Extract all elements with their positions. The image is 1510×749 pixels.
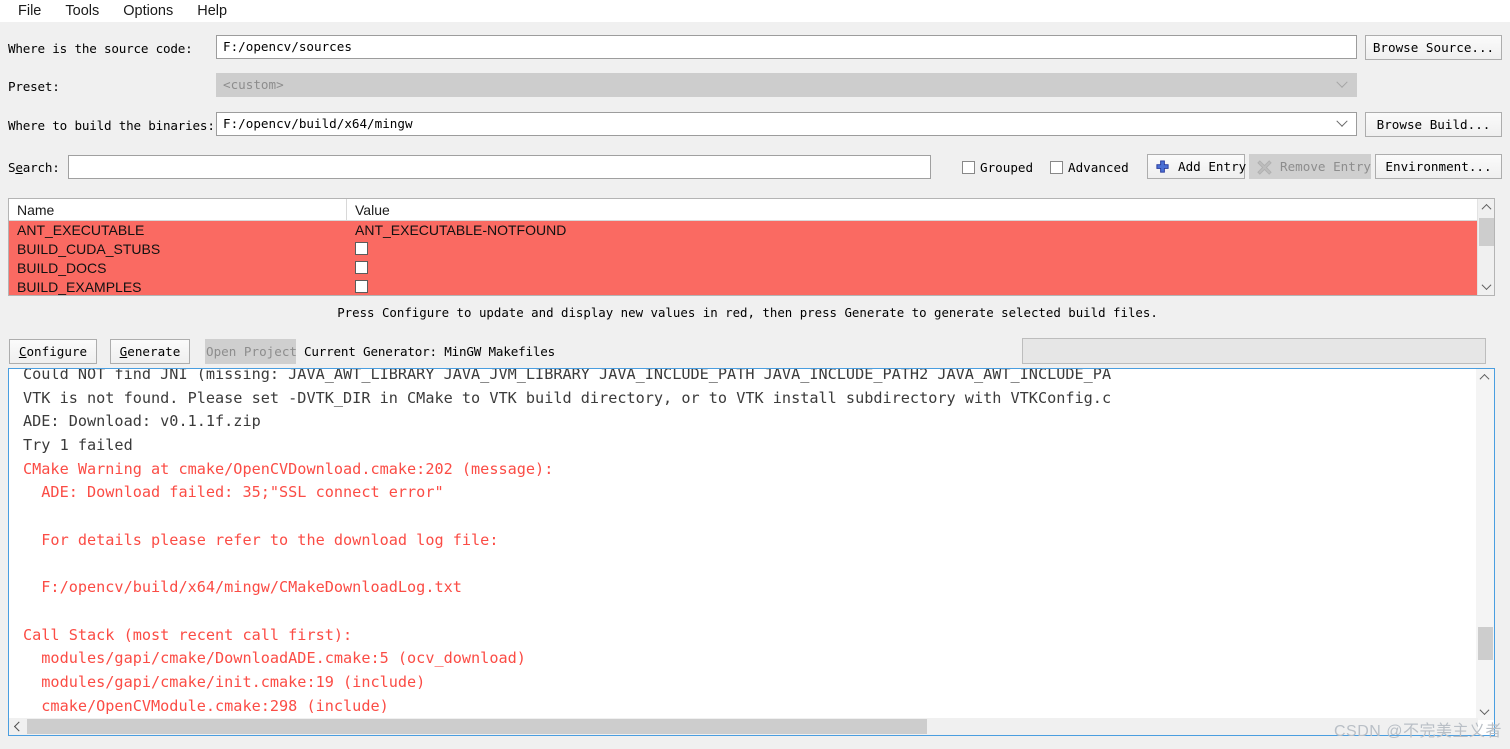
table-row[interactable]: BUILD_CUDA_STUBS [9, 240, 1494, 259]
open-project-label: Open Project [206, 344, 297, 359]
menu-item-tools[interactable]: Tools [53, 0, 111, 22]
menu-item-options[interactable]: Options [111, 0, 185, 22]
console-line: CMake Warning at cmake/OpenCVDownload.cm… [23, 459, 554, 478]
cache-entry-checkbox[interactable] [355, 261, 368, 274]
menu-item-file[interactable]: File [6, 0, 53, 22]
progress-bar [1022, 338, 1486, 364]
output-console[interactable]: Could NOT find JNI (missing: JAVA_AWT_LI… [8, 368, 1495, 736]
browse-build-label: Browse Build... [1376, 117, 1491, 132]
browse-source-label: Browse Source... [1372, 40, 1495, 55]
table-row[interactable]: BUILD_EXAMPLES [9, 278, 1494, 295]
cache-entry-name: BUILD_DOCS [17, 260, 107, 276]
environment-label: Environment... [1385, 159, 1492, 174]
preset-label: Preset: [8, 79, 60, 94]
scroll-up-icon[interactable] [1478, 199, 1494, 216]
browse-source-button[interactable]: Browse Source... [1365, 35, 1502, 60]
configure-button[interactable]: Configure [9, 339, 97, 364]
search-input[interactable] [68, 155, 931, 179]
environment-button[interactable]: Environment... [1375, 154, 1502, 179]
configure-hint-text: Press Configure to update and display ne… [337, 305, 1158, 320]
cache-entry-name: ANT_EXECUTABLE [17, 222, 145, 238]
scroll-down-icon[interactable] [1478, 278, 1494, 295]
cache-entries-table[interactable]: Name Value ANT_EXECUTABLE ANT_EXECUTABLE… [8, 198, 1495, 296]
console-line: modules/gapi/cmake/DownloadADE.cmake:5 (… [23, 649, 526, 668]
table-row[interactable]: BUILD_DOCS [9, 259, 1494, 278]
build-binaries-input[interactable]: F:/opencv/build/x64/mingw [216, 112, 1357, 136]
preset-value: <custom> [223, 77, 284, 92]
generate-label-rest: enerate [127, 344, 181, 359]
checkbox-box [962, 161, 975, 174]
column-header-value[interactable]: Value [347, 199, 1494, 220]
grouped-checkbox[interactable]: Grouped [962, 160, 1033, 175]
cmake-gui-window: File Tools Options Help Where is the sou… [0, 0, 1510, 749]
grouped-label: Grouped [980, 160, 1034, 175]
cache-entry-value[interactable]: ANT_EXECUTABLE-NOTFOUND [347, 221, 1494, 240]
cache-entry-name: BUILD_EXAMPLES [17, 279, 142, 295]
scrollbar-thumb[interactable] [1479, 218, 1494, 246]
table-row[interactable]: ANT_EXECUTABLE ANT_EXECUTABLE-NOTFOUND [9, 221, 1494, 240]
scroll-down-icon[interactable] [1476, 703, 1493, 720]
source-code-input[interactable]: F:/opencv/sources [216, 35, 1357, 59]
console-line: F:/opencv/build/x64/mingw/CMakeDownloadL… [23, 578, 462, 597]
cache-entry-checkbox[interactable] [355, 280, 368, 293]
add-entry-button[interactable]: Add Entry [1147, 154, 1247, 179]
open-project-button: Open Project [205, 339, 297, 364]
console-line: ADE: Download: v0.1.1f.zip [23, 412, 261, 431]
scroll-up-icon[interactable] [1476, 369, 1493, 386]
console-line: For details please refer to the download… [23, 530, 499, 549]
source-code-label: Where is the source code: [8, 41, 193, 56]
current-generator-label: Current Generator: MinGW Makefiles [304, 344, 555, 359]
menu-item-help[interactable]: Help [185, 0, 239, 22]
table-header-row: Name Value [9, 199, 1494, 221]
chevron-down-icon [1336, 113, 1348, 135]
cache-entry-value[interactable] [347, 278, 1494, 295]
build-binaries-label: Where to build the binaries: [8, 118, 215, 133]
console-line: Try 1 failed [23, 436, 133, 455]
configure-label-rest: onfigure [26, 344, 88, 359]
scroll-left-icon[interactable] [9, 718, 26, 735]
console-vertical-scrollbar[interactable] [1476, 369, 1494, 720]
console-line: VTK is not found. Please set -DVTK_DIR i… [23, 388, 1112, 407]
path-form-area: Where is the source code: F:/opencv/sour… [0, 22, 1510, 190]
remove-entry-button: Remove Entry [1249, 154, 1371, 179]
console-horizontal-scrollbar[interactable] [9, 718, 1478, 735]
console-line: Could NOT find JNI (missing: JAVA_AWT_LI… [23, 368, 1112, 383]
cache-entry-name: BUILD_CUDA_STUBS [17, 241, 161, 257]
generate-button[interactable]: Generate [110, 339, 190, 364]
browse-build-button[interactable]: Browse Build... [1365, 112, 1502, 137]
chevron-down-icon [1336, 74, 1348, 96]
column-header-name[interactable]: Name [9, 199, 347, 220]
table-vertical-scrollbar[interactable] [1477, 199, 1494, 295]
preset-select[interactable]: <custom> [216, 73, 1357, 97]
search-label: Search: [8, 160, 60, 175]
console-line: ADE: Download failed: 35;"SSL connect er… [23, 483, 444, 502]
checkbox-box [1050, 161, 1063, 174]
plus-icon [1156, 160, 1169, 173]
cache-entry-checkbox[interactable] [355, 242, 368, 255]
advanced-checkbox[interactable]: Advanced [1050, 160, 1129, 175]
scrollbar-thumb[interactable] [27, 719, 927, 734]
scrollbar-thumb[interactable] [1478, 627, 1493, 660]
menu-bar: File Tools Options Help [0, 0, 1510, 22]
console-line: modules/gapi/cmake/init.cmake:19 (includ… [23, 672, 426, 691]
remove-entry-label: Remove Entry [1280, 159, 1371, 174]
console-line: cmake/OpenCVModule.cmake:298 (include) [23, 696, 389, 715]
advanced-label: Advanced [1068, 160, 1129, 175]
add-entry-label: Add Entry [1178, 159, 1247, 174]
close-icon [1257, 160, 1272, 175]
cache-entry-value[interactable] [347, 259, 1494, 278]
console-lines: Could NOT find JNI (missing: JAVA_AWT_LI… [9, 368, 1461, 735]
cache-entry-value[interactable] [347, 240, 1494, 259]
build-binaries-value: F:/opencv/build/x64/mingw [223, 116, 413, 131]
console-line: Call Stack (most recent call first): [23, 625, 353, 644]
